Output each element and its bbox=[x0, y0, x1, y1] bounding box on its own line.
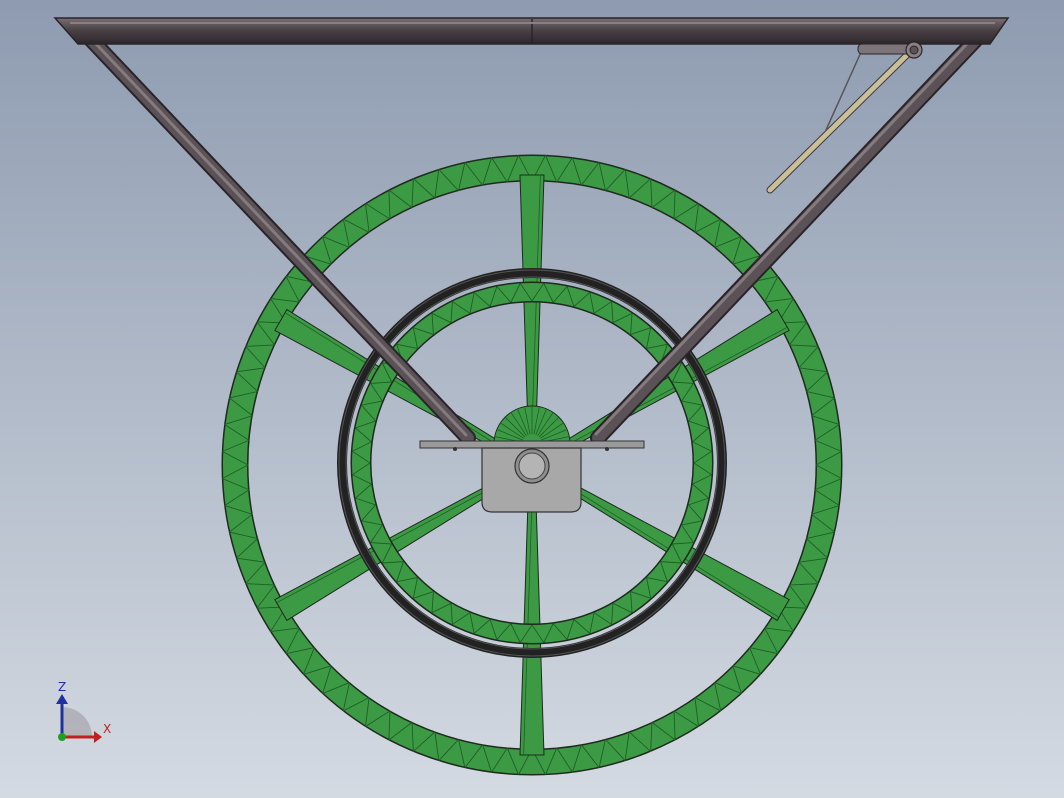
triad-x-label: X bbox=[103, 722, 111, 736]
cad-graphics-viewport[interactable]: Z X bbox=[0, 0, 1064, 798]
mount-plate bbox=[419, 440, 645, 449]
triad-z-label: Z bbox=[58, 680, 66, 694]
